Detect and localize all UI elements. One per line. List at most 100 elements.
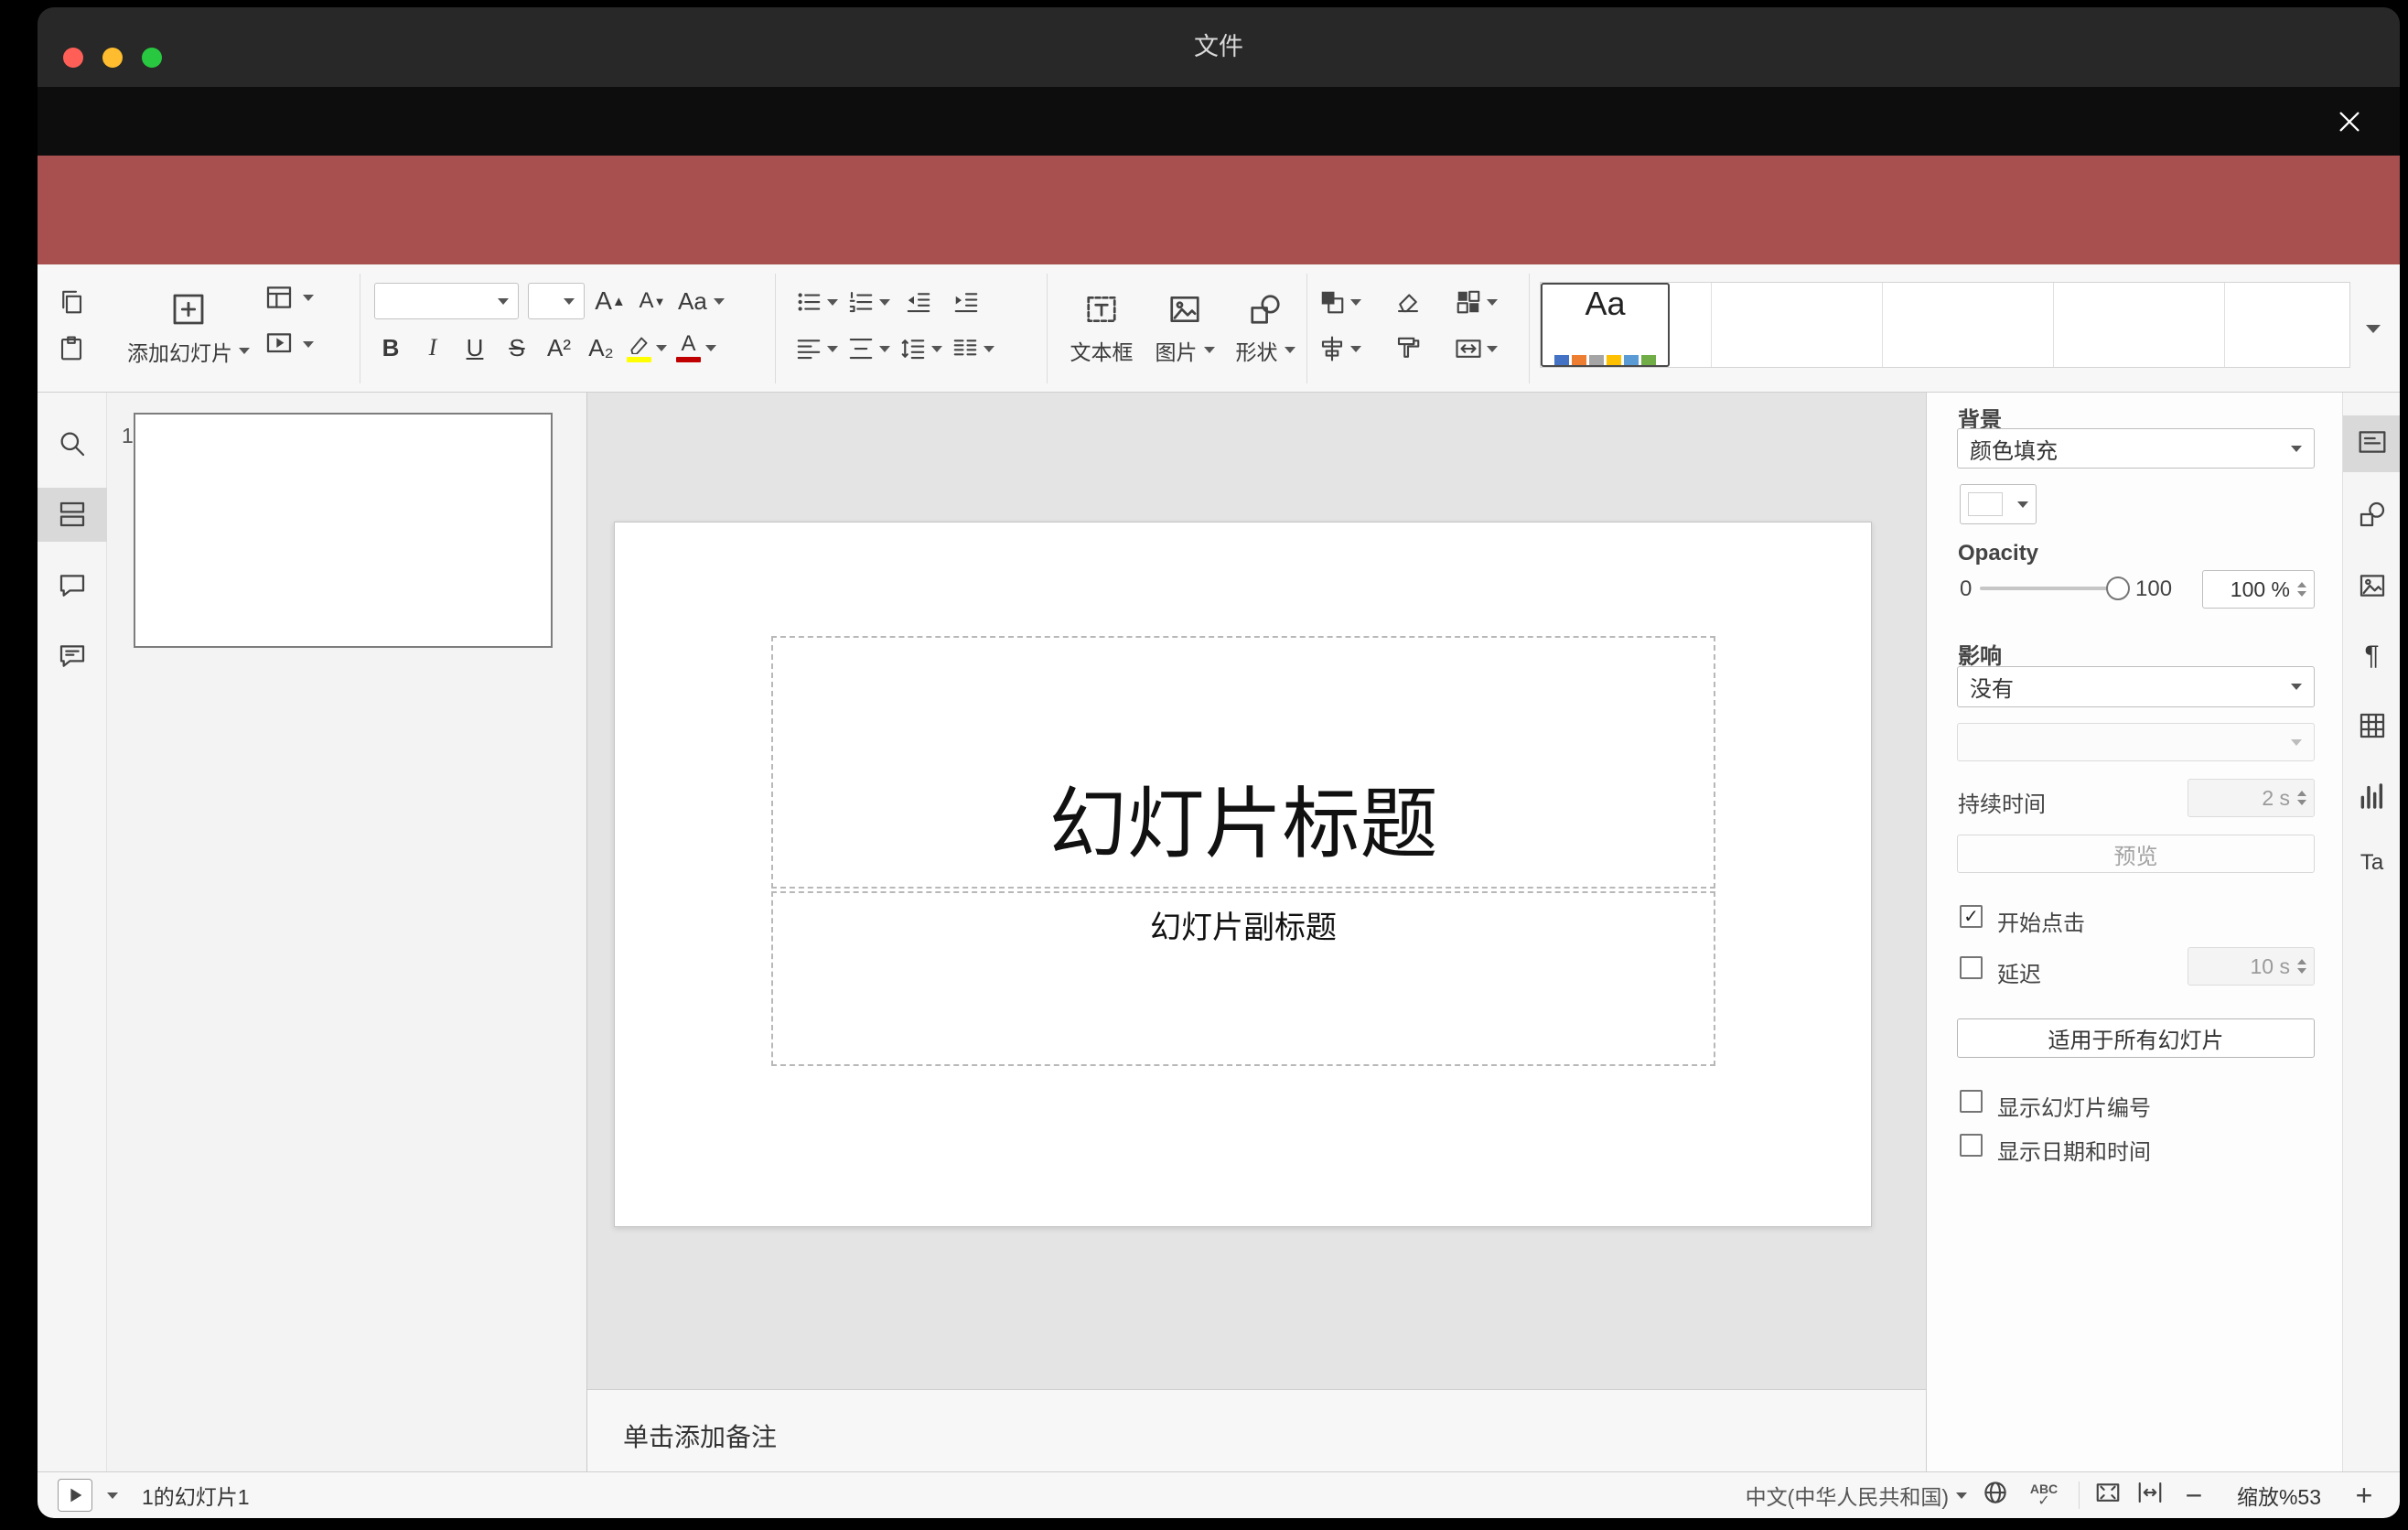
change-case-button[interactable]: Aa xyxy=(678,283,726,319)
spellcheck-check-icon: ✓ xyxy=(2037,1493,2050,1509)
right-settings-strip: ¶ Ta xyxy=(2342,393,2400,1471)
theme-tile[interactable] xyxy=(2054,283,2225,367)
spinner-arrows-icon[interactable] xyxy=(2297,582,2306,597)
insert-shape-button[interactable]: 形状 xyxy=(1227,270,1304,387)
font-color-button[interactable]: A xyxy=(676,329,716,366)
underline-button[interactable]: U xyxy=(458,329,491,366)
language-selector[interactable]: 中文(中华人民共和国) xyxy=(1746,1480,1967,1511)
show-slide-number-checkbox[interactable] xyxy=(1960,1090,1983,1113)
italic-button[interactable]: I xyxy=(416,329,449,366)
theme-gallery-expand-button[interactable] xyxy=(2356,301,2391,356)
arrange-shape-button[interactable] xyxy=(1318,283,1361,321)
delay-checkbox[interactable] xyxy=(1960,956,1983,979)
duration-spinner: 2 s xyxy=(2188,779,2315,817)
align-shape-button[interactable] xyxy=(1318,329,1361,368)
chevron-down-icon xyxy=(827,298,838,306)
theme-preview-text: Aa xyxy=(1585,285,1626,322)
decrease-indent-button[interactable] xyxy=(899,283,938,321)
slide-settings-button[interactable] xyxy=(2343,420,2400,464)
color-swatch xyxy=(1968,492,2003,516)
slide-size-button[interactable] xyxy=(1455,329,1498,368)
chevron-down-icon xyxy=(827,345,838,352)
slide-editing-area: 幻灯片标题 幻灯片副标题 单击添加备注 xyxy=(587,393,1926,1471)
chevron-down-icon[interactable] xyxy=(107,1492,118,1499)
opacity-max-label: 100 xyxy=(2135,576,2173,601)
chat-panel-button[interactable] xyxy=(38,634,107,678)
start-slideshow-button[interactable] xyxy=(264,329,314,359)
opacity-slider-knob[interactable] xyxy=(2106,576,2130,600)
document-language-button[interactable] xyxy=(1982,1479,2009,1512)
subscript-button[interactable]: A₂ xyxy=(585,329,618,366)
chevron-down-icon xyxy=(498,297,509,305)
strikeout-button[interactable]: S xyxy=(500,329,533,366)
clear-style-button[interactable] xyxy=(1389,283,1427,321)
bullets-button[interactable] xyxy=(795,283,838,321)
table-settings-button[interactable] xyxy=(2343,704,2400,748)
notes-area[interactable]: 单击添加备注 xyxy=(587,1389,1926,1471)
zoom-out-button[interactable]: − xyxy=(2178,1479,2209,1513)
copy-button[interactable] xyxy=(52,283,91,321)
increase-indent-button[interactable] xyxy=(947,283,985,321)
superscript-button[interactable]: A² xyxy=(543,329,575,366)
start-on-click-checkbox[interactable] xyxy=(1960,905,1983,928)
show-date-time-checkbox[interactable] xyxy=(1960,1134,1983,1157)
chart-settings-button[interactable] xyxy=(2343,774,2400,818)
search-panel-button[interactable] xyxy=(38,422,107,466)
zoom-in-button[interactable]: + xyxy=(2349,1479,2380,1513)
horizontal-align-button[interactable] xyxy=(795,329,838,368)
numbering-button[interactable] xyxy=(847,283,890,321)
subtitle-placeholder[interactable]: 幻灯片副标题 xyxy=(771,891,1715,1066)
increase-font-button[interactable]: A ▲ xyxy=(594,283,627,319)
start-slideshow-status-button[interactable] xyxy=(58,1479,92,1512)
chevron-down-icon xyxy=(879,298,890,306)
copy-style-button[interactable] xyxy=(1389,329,1427,368)
slides-panel-button[interactable] xyxy=(38,492,107,536)
change-layout-button[interactable] xyxy=(264,283,314,312)
bold-button[interactable]: B xyxy=(374,329,407,366)
window-title: 文件 xyxy=(1194,33,1243,60)
transition-effect-select[interactable]: 没有 xyxy=(1957,666,2315,707)
highlight-color-button[interactable] xyxy=(627,329,667,366)
comments-panel-button[interactable] xyxy=(38,564,107,608)
home-toolbar: 添加幻灯片 A ▲ A ▼ Aa B I U S A² A₂ A 文本框 图片 … xyxy=(38,264,2400,393)
effect-section-label: 影响 xyxy=(1958,644,2002,669)
insert-textbox-button[interactable]: 文本框 xyxy=(1060,270,1143,387)
background-fill-select[interactable]: 颜色填充 xyxy=(1957,428,2315,469)
theme-tile-selected[interactable]: Aa xyxy=(1541,283,1670,367)
decrease-font-button[interactable]: A ▼ xyxy=(636,283,669,319)
effect-value: 没有 xyxy=(1970,677,2014,702)
globe-icon xyxy=(1984,1482,2006,1503)
slide-canvas[interactable]: 幻灯片标题 幻灯片副标题 xyxy=(614,522,1872,1227)
apply-to-all-slides-button[interactable]: 适用于所有幻灯片 xyxy=(1957,1018,2315,1058)
line-spacing-button[interactable] xyxy=(899,329,942,368)
background-color-swatch[interactable] xyxy=(1960,484,2037,524)
opacity-spinner[interactable]: 100 % xyxy=(2202,570,2315,609)
fit-width-button[interactable] xyxy=(2136,1479,2164,1512)
font-name-combo[interactable] xyxy=(374,283,519,319)
add-slide-button[interactable]: 添加幻灯片 xyxy=(120,270,257,387)
slide-thumbnail[interactable] xyxy=(134,413,553,648)
color-scheme-button[interactable] xyxy=(1455,283,1498,321)
font-size-combo[interactable] xyxy=(528,283,585,319)
fit-slide-button[interactable] xyxy=(2094,1479,2122,1512)
toolbar-divider xyxy=(1047,274,1048,383)
columns-button[interactable] xyxy=(951,329,994,368)
textart-settings-button[interactable]: Ta xyxy=(2343,841,2400,885)
opacity-slider-track[interactable] xyxy=(1980,587,2115,590)
insert-image-button[interactable]: 图片 xyxy=(1146,270,1223,387)
shape-settings-button[interactable] xyxy=(2343,492,2400,536)
image-settings-button[interactable] xyxy=(2343,564,2400,608)
title-placeholder[interactable]: 幻灯片标题 xyxy=(771,636,1715,889)
spellcheck-button[interactable]: ABC ✓ xyxy=(2024,1477,2064,1514)
format-painter-icon xyxy=(1397,337,1420,358)
close-dialog-button[interactable] xyxy=(2325,97,2374,146)
theme-tile[interactable] xyxy=(1883,283,2054,367)
duration-value: 2 s xyxy=(2262,785,2290,810)
paste-button[interactable] xyxy=(52,329,91,368)
highlight-color-bar xyxy=(627,356,651,362)
apply-to-all-label: 适用于所有幻灯片 xyxy=(2048,1029,2224,1053)
vertical-align-button[interactable] xyxy=(847,329,890,368)
theme-tile[interactable] xyxy=(1712,283,1883,367)
paragraph-settings-button[interactable]: ¶ xyxy=(2343,634,2400,678)
image-icon xyxy=(1170,296,1199,322)
